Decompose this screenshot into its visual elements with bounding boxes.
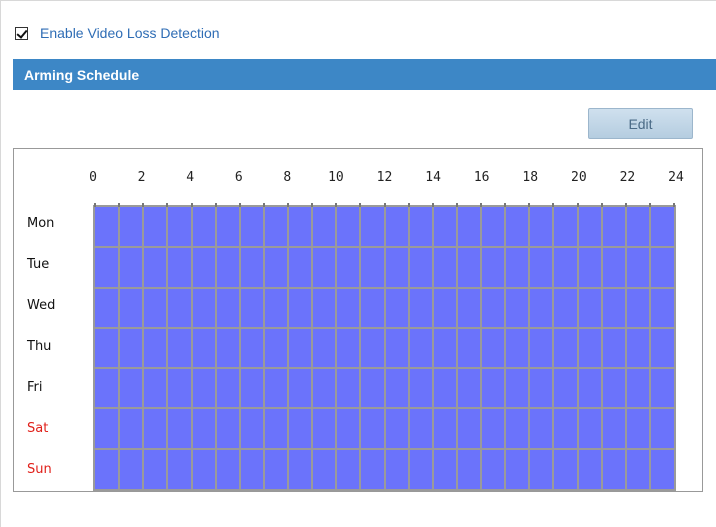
hour-label: 22: [619, 170, 636, 185]
hour-tick: [238, 203, 241, 207]
hour-tick: [118, 203, 121, 207]
hour-tick: [576, 203, 579, 207]
video-loss-panel: Enable Video Loss Detection Arming Sched…: [0, 0, 716, 527]
hour-gridline: [287, 207, 289, 489]
hour-gridline: [504, 207, 507, 489]
hour-tick: [552, 203, 555, 207]
day-label-sat: Sat: [27, 420, 49, 436]
hour-tick: [407, 203, 410, 207]
hour-gridline: [142, 207, 145, 489]
hour-tick: [431, 203, 434, 207]
hour-label: 10: [328, 170, 344, 185]
arming-schedule-title: Arming Schedule: [24, 66, 140, 83]
hour-gridline: [190, 207, 193, 489]
hour-gridline: [455, 207, 458, 489]
hour-tick: [624, 203, 627, 207]
day-gridline: [95, 367, 674, 370]
hour-tick: [190, 203, 193, 207]
arming-schedule-header: Arming Schedule: [13, 59, 716, 90]
hour-gridline: [118, 207, 121, 489]
hour-tick: [504, 203, 507, 207]
hour-tick: [311, 203, 314, 207]
hour-gridline: [648, 207, 651, 489]
hour-gridline: [383, 207, 386, 489]
hour-gridline: [600, 207, 603, 489]
hour-tick: [214, 203, 217, 207]
hour-gridline: [576, 207, 579, 489]
hour-tick: [359, 203, 362, 207]
hour-gridline: [431, 207, 434, 489]
day-label-sun: Sun: [27, 461, 52, 477]
hour-tick: [142, 203, 145, 207]
day-label-mon: Mon: [27, 216, 55, 232]
day-gridline: [95, 407, 674, 410]
schedule-grid[interactable]: [93, 203, 676, 491]
hour-gridline: [238, 207, 241, 489]
day-label-thu: Thu: [27, 339, 52, 354]
enable-video-loss-label[interactable]: Enable Video Loss Detection: [40, 25, 220, 41]
hour-gridline: [528, 207, 531, 489]
hour-tick: [287, 203, 289, 207]
hour-gridline: [624, 207, 627, 489]
hour-label: 0: [89, 170, 97, 185]
day-label-wed: Wed: [27, 298, 56, 314]
day-label-fri: Fri: [27, 379, 43, 395]
day-gridline: [95, 326, 674, 329]
hour-gridline: [552, 207, 555, 489]
day-gridline: [95, 246, 674, 249]
hour-label: 16: [473, 170, 490, 185]
hour-tick: [480, 203, 482, 207]
hour-tick: [600, 203, 603, 207]
hour-label: 18: [522, 170, 539, 185]
enable-video-loss-checkbox[interactable]: [15, 26, 28, 40]
day-gridline: [95, 286, 674, 289]
edit-button[interactable]: Edit: [588, 108, 693, 139]
hour-label: 14: [425, 170, 441, 185]
hour-gridline: [166, 207, 169, 489]
hour-gridline: [214, 207, 217, 489]
hour-gridline: [480, 207, 482, 489]
hour-tick: [262, 203, 265, 207]
hour-tick: [648, 203, 651, 207]
hour-tick: [455, 203, 458, 207]
hour-gridline: [407, 207, 410, 489]
hour-label: 8: [283, 170, 292, 185]
hour-tick: [383, 203, 386, 207]
hour-label: 6: [234, 170, 243, 185]
hour-label: 2: [137, 170, 146, 185]
hour-gridline: [359, 207, 362, 489]
hour-tick: [94, 203, 96, 207]
hour-tick: [335, 203, 338, 207]
enable-video-loss-row[interactable]: Enable Video Loss Detection: [15, 23, 220, 43]
hour-label: 24: [668, 170, 684, 185]
hour-label: 4: [186, 170, 195, 185]
day-gridline: [95, 447, 674, 450]
hour-tick: [166, 203, 169, 207]
hour-label: 12: [376, 170, 393, 185]
hour-tick: [673, 203, 675, 207]
hour-gridline: [311, 207, 314, 489]
hour-gridline: [262, 207, 265, 489]
hour-tick: [528, 203, 531, 207]
day-label-tue: Tue: [27, 257, 50, 273]
hour-gridline: [335, 207, 338, 489]
hour-label: 20: [571, 170, 587, 185]
